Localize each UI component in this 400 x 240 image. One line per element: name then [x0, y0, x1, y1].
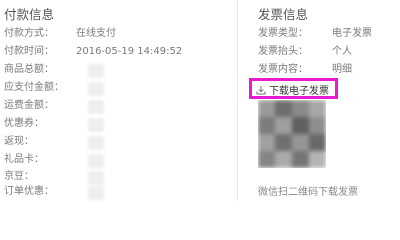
redacted-value [88, 100, 104, 114]
download-e-invoice-label: 下载电子发票 [269, 86, 329, 97]
redacted-value [88, 118, 104, 132]
invoice-info-title: 发票信息 [258, 7, 309, 22]
invoice-content-value: 明细 [332, 64, 352, 75]
download-e-invoice-button[interactable]: 下载电子发票 [249, 78, 338, 99]
invoice-header-label: 发票抬头： [258, 46, 308, 57]
redacted-value [88, 64, 104, 78]
invoice-type-label: 发票类型： [258, 28, 308, 39]
amount-due-label: 应支付金额： [4, 82, 64, 93]
invoice-type-value: 电子发票 [332, 28, 372, 39]
invoice-content-label: 发票内容： [258, 64, 308, 75]
payment-method-value: 在线支付 [76, 28, 116, 39]
qr-code [258, 100, 326, 168]
order-discount-label: 订单优惠： [4, 186, 54, 197]
redacted-value [88, 186, 104, 200]
payment-time-label: 付款时间： [4, 46, 54, 57]
jingdou-label: 京豆： [4, 171, 34, 182]
redacted-value [88, 171, 104, 185]
cashback-label: 返现： [4, 136, 34, 147]
goods-total-label: 商品总额： [4, 64, 54, 75]
payment-method-label: 付款方式： [4, 28, 54, 39]
download-icon [256, 85, 266, 95]
invoice-header-value: 个人 [332, 46, 352, 57]
section-divider [237, 0, 238, 201]
redacted-value [88, 154, 104, 168]
payment-time-value: 2016-05-19 14:49:52 [76, 46, 183, 57]
gift-card-label: 礼品卡： [4, 154, 44, 165]
qr-caption: 微信扫二维码下载发票 [258, 187, 358, 198]
payment-info-title: 付款信息 [4, 7, 55, 22]
shipping-fee-label: 运费金额： [4, 100, 54, 111]
coupon-label: 优惠券： [4, 118, 44, 129]
redacted-value [88, 82, 104, 96]
redacted-value [88, 136, 104, 150]
